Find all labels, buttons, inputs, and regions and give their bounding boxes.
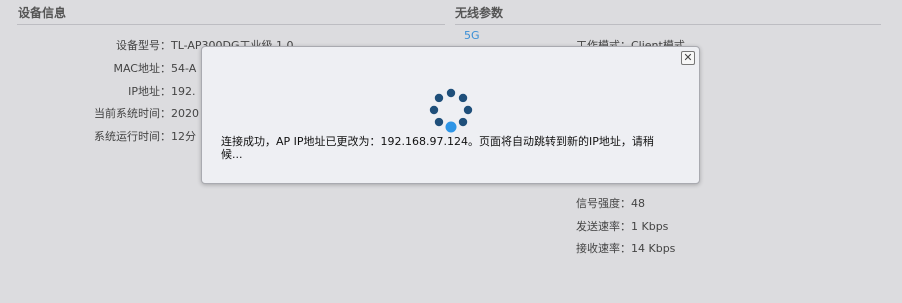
signal-strength-label: 信号强度： [576, 197, 631, 210]
row-rx-rate: 接收速率：14 Kbps [520, 240, 675, 256]
device-model-label: 设备型号： [116, 39, 171, 52]
ip-value: 192. [171, 85, 196, 98]
spinner-dot [434, 117, 444, 127]
mac-value: 54-A [171, 62, 197, 75]
row-uptime: 系统运行时间：12分 [0, 128, 196, 144]
band-tab-5g[interactable]: 5G [464, 29, 480, 42]
device-info-title: 设备信息 [17, 4, 445, 25]
row-mac: MAC地址：54-A [0, 60, 196, 76]
tx-rate-value: 1 Kbps [631, 220, 669, 233]
row-system-time: 当前系统时间：2020 [0, 105, 199, 121]
spinner-dot [429, 105, 439, 115]
row-tx-rate: 发送速率：1 Kbps [520, 218, 668, 234]
spinner-dot [463, 105, 473, 115]
system-time-value: 2020 [171, 107, 199, 120]
spinner-dot [458, 117, 468, 127]
spinner-dot [434, 93, 444, 103]
spinner-dot [445, 121, 457, 133]
mac-label: MAC地址： [113, 62, 171, 75]
rx-rate-value: 14 Kbps [631, 242, 676, 255]
close-icon[interactable]: ✕ [681, 51, 695, 65]
signal-strength-value: 48 [631, 197, 645, 210]
spinner-dot [458, 93, 468, 103]
rx-rate-label: 接收速率： [576, 242, 631, 255]
uptime-label: 系统运行时间： [94, 130, 171, 143]
row-signal-strength: 信号强度：48 [520, 195, 645, 211]
loading-spinner-icon [429, 88, 473, 133]
spinner-dot [446, 88, 456, 98]
wireless-params-title: 无线参数 [455, 4, 881, 25]
system-time-label: 当前系统时间： [94, 107, 171, 120]
dialog-message: 连接成功，AP IP地址已更改为：192.168.97.124。页面将自动跳转到… [221, 135, 654, 161]
connection-dialog: ✕ 连接成功，AP IP地址已更改为：192.168.97.124。页面将自动跳… [201, 46, 700, 184]
ip-label: IP地址： [128, 85, 171, 98]
tx-rate-label: 发送速率： [576, 220, 631, 233]
uptime-value: 12分 [171, 130, 196, 143]
row-ip: IP地址：192. [0, 83, 196, 99]
